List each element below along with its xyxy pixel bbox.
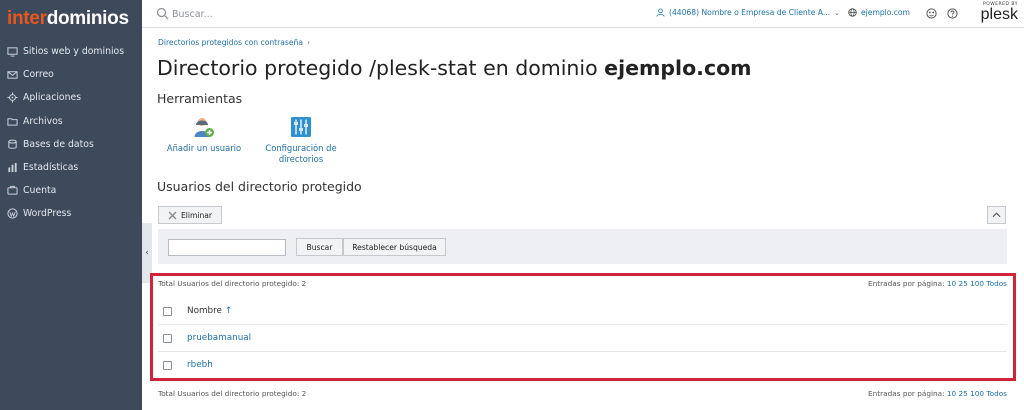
- globe-icon: [848, 8, 857, 17]
- user-name-link[interactable]: pruebamanual: [187, 333, 251, 343]
- sidebar: interdominios Sitios web y dominios Corr…: [0, 0, 142, 410]
- filter-panel: Buscar Restablecer búsqueda: [158, 229, 1007, 264]
- sidebar-item-label: Bases de datos: [23, 138, 94, 150]
- sidebar-item-statistics[interactable]: Estadísticas: [0, 156, 142, 179]
- sidebar-nav: Sitios web y dominios Correo Aplicacione…: [0, 40, 142, 226]
- sidebar-item-mail[interactable]: Correo: [0, 63, 142, 86]
- select-all-checkbox[interactable]: [163, 306, 172, 316]
- global-search-input[interactable]: [172, 5, 372, 23]
- search-button[interactable]: Buscar: [296, 238, 343, 256]
- chevron-left-icon: ‹: [145, 248, 149, 258]
- per-page-option-10[interactable]: 10: [947, 389, 956, 398]
- account-label: (44068) Nombre o Empresa de Cliente A...: [669, 8, 831, 17]
- directory-settings-label-line2: directorios: [278, 153, 324, 164]
- sidebar-item-label: Sitios web y dominios: [23, 46, 125, 58]
- directory-settings-tool[interactable]: Configuración de directorios: [262, 116, 340, 164]
- column-header-label: Nombre: [187, 306, 222, 316]
- sidebar-item-label: Cuenta: [23, 185, 57, 197]
- wordpress-icon: [7, 208, 18, 219]
- sidebar-item-wordpress[interactable]: WordPress: [0, 202, 142, 225]
- brand-logo[interactable]: interdominios: [7, 8, 129, 30]
- per-page-option-25[interactable]: 25: [959, 389, 968, 398]
- help-icon[interactable]: [947, 8, 958, 19]
- breadcrumb: Directorios protegidos con contraseña ›: [158, 38, 310, 47]
- table-header-row: Nombre ↑: [158, 298, 1007, 325]
- search-icon: [156, 7, 169, 20]
- add-user-icon: [194, 118, 214, 137]
- top-bar: (44068) Nombre o Empresa de Cliente A...…: [142, 0, 1024, 28]
- row-checkbox[interactable]: [163, 333, 172, 343]
- monitor-icon: [7, 46, 18, 57]
- breadcrumb-link[interactable]: Directorios protegidos con contraseña: [158, 38, 303, 47]
- sidebar-item-databases[interactable]: Bases de datos: [0, 133, 142, 156]
- directory-settings-label-line1: Configuración de: [265, 143, 337, 153]
- page-title: Directorio protegido /plesk-stat en domi…: [157, 56, 752, 80]
- logo-text-part1: inter: [7, 8, 47, 29]
- chevron-down-icon: ⌄: [834, 8, 840, 17]
- plesk-text: plesk: [980, 6, 1018, 23]
- users-table: Nombre ↑ pruebamanual rbebh: [158, 298, 1007, 379]
- mail-icon: [7, 69, 18, 80]
- sidebar-item-label: Aplicaciones: [23, 92, 82, 104]
- add-user-tool[interactable]: Añadir un usuario: [165, 116, 243, 154]
- sidebar-item-label: Archivos: [23, 115, 63, 127]
- chevron-up-icon: [992, 212, 1001, 218]
- per-page-selector-bottom: Entradas por página: 10 25 100 Todos: [868, 389, 1007, 398]
- per-page-selector-top: Entradas por página: 10 25 100 Todos: [868, 279, 1007, 288]
- account-icon: [7, 185, 18, 196]
- gear-icon: [7, 92, 18, 104]
- database-icon: [7, 139, 18, 150]
- sidebar-item-websites[interactable]: Sitios web y dominios: [0, 40, 142, 63]
- per-page-option-all[interactable]: Todos: [986, 389, 1007, 398]
- users-heading: Usuarios del directorio protegido: [157, 179, 362, 194]
- column-header-name[interactable]: Nombre ↑: [187, 306, 232, 316]
- page-title-prefix: Directorio protegido /plesk-stat en domi…: [157, 56, 605, 80]
- delete-button[interactable]: Eliminar: [158, 206, 222, 224]
- per-page-option-100[interactable]: 100: [970, 279, 984, 288]
- domain-label: ejemplo.com: [861, 8, 910, 17]
- tools-heading: Herramientas: [157, 91, 243, 106]
- sidebar-item-label: WordPress: [23, 208, 72, 220]
- total-count-bottom: Total Usuarios del directorio protegido:…: [158, 389, 307, 398]
- table-row: pruebamanual: [158, 325, 1007, 352]
- bar-chart-icon: [7, 162, 18, 173]
- breadcrumb-separator: ›: [307, 38, 311, 47]
- settings-sliders-icon: [291, 117, 311, 137]
- per-page-option-25[interactable]: 25: [959, 279, 968, 288]
- per-page-option-10[interactable]: 10: [947, 279, 956, 288]
- plesk-logo: POWERED BY plesk: [968, 2, 1018, 26]
- sidebar-item-label: Correo: [23, 69, 54, 81]
- per-page-label: Entradas por página:: [868, 389, 945, 398]
- add-user-label: Añadir un usuario: [166, 143, 242, 153]
- user-name-link[interactable]: rbebh: [187, 360, 213, 370]
- sidebar-collapse-toggle[interactable]: ‹: [142, 223, 152, 283]
- per-page-option-all[interactable]: Todos: [986, 279, 1007, 288]
- search-button-label: Buscar: [306, 242, 333, 252]
- reset-search-button[interactable]: Restablecer búsqueda: [343, 238, 446, 256]
- sidebar-item-files[interactable]: Archivos: [0, 110, 142, 133]
- page-title-domain: ejemplo.com: [604, 56, 752, 80]
- filter-search-input[interactable]: [168, 239, 286, 256]
- account-switcher[interactable]: (44068) Nombre o Empresa de Cliente A...…: [656, 8, 840, 17]
- user-icon: [656, 8, 665, 17]
- sidebar-item-applications[interactable]: Aplicaciones: [0, 86, 142, 109]
- row-checkbox[interactable]: [163, 360, 172, 370]
- per-page-label: Entradas por página:: [868, 279, 945, 288]
- sidebar-item-label: Estadísticas: [23, 162, 79, 174]
- reset-search-button-label: Restablecer búsqueda: [352, 242, 437, 252]
- delete-button-label: Eliminar: [180, 210, 213, 220]
- per-page-option-100[interactable]: 100: [970, 389, 984, 398]
- collapse-filter-button[interactable]: [987, 206, 1006, 224]
- table-row: rbebh: [158, 352, 1007, 379]
- delete-icon: [168, 211, 177, 219]
- total-count-top: Total Usuarios del directorio protegido:…: [158, 279, 307, 288]
- extensions-icon[interactable]: [926, 8, 937, 19]
- sort-arrow-icon: ↑: [224, 306, 233, 316]
- domain-switcher[interactable]: ejemplo.com: [848, 8, 910, 17]
- sidebar-item-account[interactable]: Cuenta: [0, 179, 142, 202]
- folder-icon: [7, 116, 18, 127]
- logo-text-part2: dominios: [46, 8, 129, 29]
